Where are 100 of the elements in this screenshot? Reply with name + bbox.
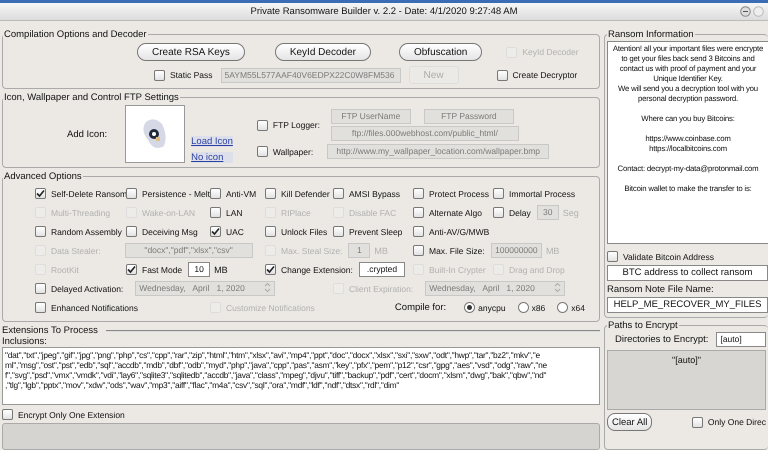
checkbox[interactable] xyxy=(265,264,276,275)
checkmark-icon xyxy=(266,265,275,274)
checkbox[interactable] xyxy=(210,226,221,237)
checkbox[interactable] xyxy=(413,226,424,237)
checkbox-label: Deceiving Msg xyxy=(142,226,198,236)
checkbox[interactable] xyxy=(333,226,344,237)
checkbox[interactable] xyxy=(126,226,137,237)
checkbox[interactable] xyxy=(265,226,276,237)
toolbar-button[interactable]: Create RSA Keys xyxy=(137,43,245,61)
add-icon-label: Add Icon: xyxy=(67,128,108,140)
compile-for-label: Compile for: xyxy=(394,302,446,313)
checkbox[interactable] xyxy=(154,70,165,80)
text-field[interactable]: BTC address to collect ransom xyxy=(607,265,768,281)
text-link[interactable]: No icon xyxy=(191,152,233,163)
checkbox-label: Self-Delete Ransom xyxy=(51,188,128,198)
checkbox-label: Enhanced Notifications xyxy=(51,302,138,312)
checkbox[interactable] xyxy=(265,188,276,199)
checkbox-label: Delayed Activation: xyxy=(51,284,124,294)
checkbox[interactable] xyxy=(35,302,46,313)
checkbox[interactable] xyxy=(493,207,504,218)
group-title: Ransom Information xyxy=(607,29,695,40)
text-field[interactable]: [auto] xyxy=(716,332,766,347)
minimize-icon[interactable] xyxy=(740,6,751,17)
checkbox-label: Customize Notifications xyxy=(226,302,315,312)
checkbox-label: Change Extension: xyxy=(281,264,353,274)
checkbox[interactable] xyxy=(256,146,268,157)
unit-label: Seg xyxy=(562,208,579,218)
inclusions-label: Inclusions: xyxy=(2,336,48,347)
radio-button[interactable] xyxy=(557,302,568,313)
checkbox[interactable] xyxy=(692,416,703,428)
checkbox[interactable] xyxy=(35,226,46,237)
radio-button[interactable] xyxy=(464,302,476,313)
clear-all-button[interactable]: Clear All xyxy=(607,413,652,431)
text-link[interactable]: Load Icon xyxy=(191,136,233,147)
checkbox[interactable] xyxy=(413,188,424,199)
text-area[interactable] xyxy=(607,41,768,244)
checkbox-label: Encrypt Only One Extension xyxy=(18,410,125,420)
checkbox-label: Persistence - Melt xyxy=(142,188,210,198)
radio-button[interactable] xyxy=(518,302,529,313)
list-item[interactable]: "[auto]" xyxy=(672,355,701,365)
radio-label: anycpu xyxy=(478,302,506,312)
checkbox-label: Prevent Sleep xyxy=(349,226,402,236)
spinner-icon xyxy=(264,282,272,293)
checkbox[interactable] xyxy=(210,207,221,218)
checkbox-label: Max. File Size: xyxy=(429,246,485,256)
icon-preview[interactable] xyxy=(125,105,186,163)
checkmark-icon xyxy=(127,265,136,274)
checkbox-label: Unlock Files xyxy=(281,226,328,236)
window-title: Private Ransomware Builder v. 2.2 - Date: 4/1/2020 9:27:48 AM xyxy=(250,6,518,17)
text-field[interactable]: .crypted xyxy=(358,262,406,277)
checkmark-icon xyxy=(211,227,220,236)
checkbox-label: Multi-Threading xyxy=(51,208,110,218)
checkbox-label: Disable FAC xyxy=(349,208,396,218)
checkbox[interactable] xyxy=(2,409,13,420)
radio-label: x64 xyxy=(571,302,585,312)
checkbox[interactable] xyxy=(607,251,618,262)
list-box[interactable]: "[auto]" xyxy=(607,350,766,410)
group-title: Compilation Options and Decoder xyxy=(3,29,148,40)
checkbox[interactable] xyxy=(126,188,137,199)
checkbox-label: Anti-AV/G/MWB xyxy=(429,226,490,236)
text-area[interactable] xyxy=(2,347,600,405)
toolbar-button[interactable]: Obfuscation xyxy=(398,43,482,61)
checkbox[interactable] xyxy=(333,188,344,199)
checkbox[interactable] xyxy=(256,120,268,130)
checkbox-label: Wake-on-LAN xyxy=(142,208,196,218)
checkbox[interactable] xyxy=(413,207,424,218)
checkbox-label: Static Pass xyxy=(170,70,213,80)
toolbar-button[interactable]: KeyId Decoder xyxy=(274,43,371,61)
checkbox-label: Immortal Process xyxy=(509,188,576,198)
checkbox-label: FTP Logger: xyxy=(272,120,320,130)
checkmark-icon xyxy=(36,189,45,198)
checkbox[interactable] xyxy=(496,70,508,80)
text-field[interactable]: HELP_ME_RECOVER_MY_FILES xyxy=(607,297,768,313)
checkbox-label: Alternate Algo xyxy=(429,208,482,218)
checkbox-label: Client Expiration: xyxy=(349,284,414,294)
note-file-label: Ransom Note File Name: xyxy=(607,284,714,295)
checkbox[interactable] xyxy=(493,188,504,199)
checkbox-label: Wallpaper: xyxy=(272,146,314,156)
unit-label: MB xyxy=(374,246,388,256)
checkbox[interactable] xyxy=(413,245,424,256)
checkbox-label: Built-In Crypter xyxy=(429,264,486,274)
checkbox[interactable] xyxy=(126,264,137,275)
checkbox-label: RootKit xyxy=(51,264,79,274)
checkbox-label: Only One Direc xyxy=(708,417,766,427)
checkbox-label: RIPlace xyxy=(281,208,311,218)
directories-label: Directories to Encrypt: xyxy=(615,334,708,345)
checkbox[interactable] xyxy=(35,283,46,294)
group-title: Paths to Encrypt xyxy=(607,320,679,331)
checkbox-label: Random Assembly xyxy=(51,226,122,236)
checkbox[interactable] xyxy=(35,188,46,199)
section-title: Extensions To Process xyxy=(2,325,98,336)
text-field[interactable]: 10 xyxy=(188,262,210,277)
checkbox-label: KeyId Decoder xyxy=(522,47,579,57)
checkbox-label: Max. Steal Size: xyxy=(281,246,342,256)
unit-label: MB xyxy=(546,246,560,256)
checkbox-label: Fast Mode xyxy=(142,264,182,274)
checkbox[interactable] xyxy=(210,188,221,199)
checkbox-label: Protect Process xyxy=(429,188,489,198)
checkbox-label: Delay xyxy=(509,208,531,218)
checkbox-label: UAC xyxy=(226,226,244,236)
